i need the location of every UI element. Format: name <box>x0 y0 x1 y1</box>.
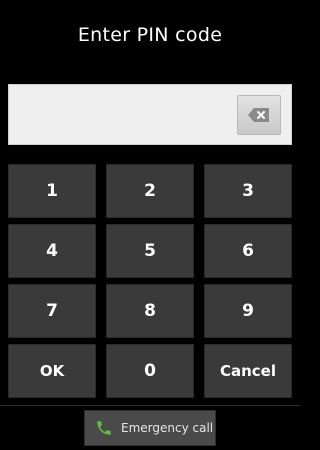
pin-field[interactable] <box>8 84 292 145</box>
pin-entry-screen: Enter PIN code 1 2 3 4 5 6 7 8 9 OK 0 Ca… <box>0 0 300 450</box>
backspace-button[interactable] <box>237 95 281 135</box>
key-9[interactable]: 9 <box>204 284 292 338</box>
key-2[interactable]: 2 <box>106 164 194 218</box>
key-3[interactable]: 3 <box>204 164 292 218</box>
backspace-icon <box>248 108 269 122</box>
key-0[interactable]: 0 <box>106 344 194 398</box>
key-8[interactable]: 8 <box>106 284 194 338</box>
key-5[interactable]: 5 <box>106 224 194 278</box>
emergency-call-label: Emergency call <box>121 421 214 435</box>
key-4[interactable]: 4 <box>8 224 96 278</box>
page-title: Enter PIN code <box>77 24 223 46</box>
phone-icon <box>97 421 111 435</box>
ok-button[interactable]: OK <box>8 344 96 398</box>
divider <box>0 405 300 406</box>
emergency-call-button[interactable]: Emergency call <box>84 410 216 446</box>
key-6[interactable]: 6 <box>204 224 292 278</box>
key-7[interactable]: 7 <box>8 284 96 338</box>
cancel-button[interactable]: Cancel <box>204 344 292 398</box>
key-1[interactable]: 1 <box>8 164 96 218</box>
